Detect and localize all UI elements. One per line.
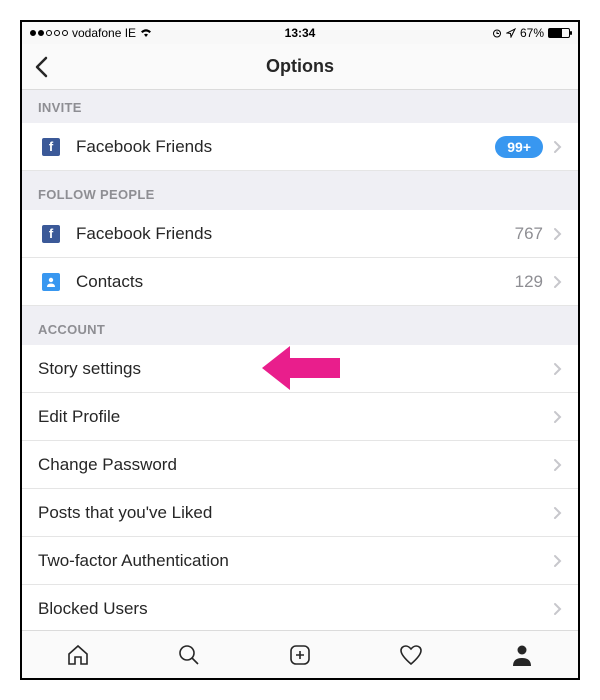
facebook-icon: f: [42, 138, 60, 156]
chevron-right-icon: [553, 506, 562, 520]
count-badge: 99+: [495, 136, 543, 158]
row-count: 129: [515, 272, 543, 292]
section-header-follow: FOLLOW PEOPLE: [22, 171, 578, 210]
nav-header: Options: [22, 44, 578, 90]
chevron-right-icon: [553, 410, 562, 424]
row-label: Facebook Friends: [76, 137, 495, 157]
signal-dots-icon: [30, 30, 68, 36]
battery-pct: 67%: [520, 26, 544, 40]
row-label: Edit Profile: [38, 407, 553, 427]
carrier-label: vodafone IE: [72, 26, 136, 40]
battery-icon: [548, 28, 570, 38]
row-edit-profile[interactable]: Edit Profile: [22, 393, 578, 441]
row-follow-facebook-friends[interactable]: f Facebook Friends 767: [22, 210, 578, 258]
facebook-icon: f: [42, 225, 60, 243]
tab-profile[interactable]: [467, 631, 578, 678]
device-screen: vodafone IE 13:34 67%: [20, 20, 580, 680]
chevron-right-icon: [553, 227, 562, 241]
row-label: Contacts: [76, 272, 515, 292]
search-icon: [176, 642, 202, 668]
row-change-password[interactable]: Change Password: [22, 441, 578, 489]
chevron-right-icon: [553, 458, 562, 472]
chevron-right-icon: [553, 275, 562, 289]
alarm-icon: [492, 28, 502, 38]
location-icon: [506, 28, 516, 38]
row-story-settings[interactable]: Story settings: [22, 345, 578, 393]
status-left: vodafone IE: [30, 26, 152, 40]
row-invite-facebook-friends[interactable]: f Facebook Friends 99+: [22, 123, 578, 171]
section-header-invite: INVITE: [22, 90, 578, 123]
tab-home[interactable]: [22, 631, 133, 678]
page-title: Options: [266, 56, 334, 77]
row-blocked-users[interactable]: Blocked Users: [22, 585, 578, 630]
row-label: Posts that you've Liked: [38, 503, 553, 523]
heart-icon: [398, 642, 424, 668]
chevron-right-icon: [553, 602, 562, 616]
tab-create[interactable]: [244, 631, 355, 678]
row-label: Blocked Users: [38, 599, 553, 619]
row-posts-liked[interactable]: Posts that you've Liked: [22, 489, 578, 537]
row-two-factor[interactable]: Two-factor Authentication: [22, 537, 578, 585]
plus-square-icon: [287, 642, 313, 668]
row-count: 767: [515, 224, 543, 244]
status-right: 67%: [492, 26, 570, 40]
tab-search[interactable]: [133, 631, 244, 678]
status-bar: vodafone IE 13:34 67%: [22, 22, 578, 44]
home-icon: [65, 642, 91, 668]
row-follow-contacts[interactable]: Contacts 129: [22, 258, 578, 306]
row-label: Facebook Friends: [76, 224, 515, 244]
back-button[interactable]: [34, 56, 48, 78]
tab-bar: [22, 630, 578, 678]
section-header-account: ACCOUNT: [22, 306, 578, 345]
status-time: 13:34: [285, 26, 316, 40]
profile-icon: [509, 642, 535, 668]
chevron-right-icon: [553, 554, 562, 568]
tab-activity[interactable]: [356, 631, 467, 678]
row-label: Change Password: [38, 455, 553, 475]
chevron-right-icon: [553, 362, 562, 376]
row-label: Story settings: [38, 359, 553, 379]
contacts-icon: [42, 273, 60, 291]
chevron-right-icon: [553, 140, 562, 154]
settings-list[interactable]: INVITE f Facebook Friends 99+ FOLLOW PEO…: [22, 90, 578, 630]
wifi-icon: [140, 28, 152, 38]
row-label: Two-factor Authentication: [38, 551, 553, 571]
